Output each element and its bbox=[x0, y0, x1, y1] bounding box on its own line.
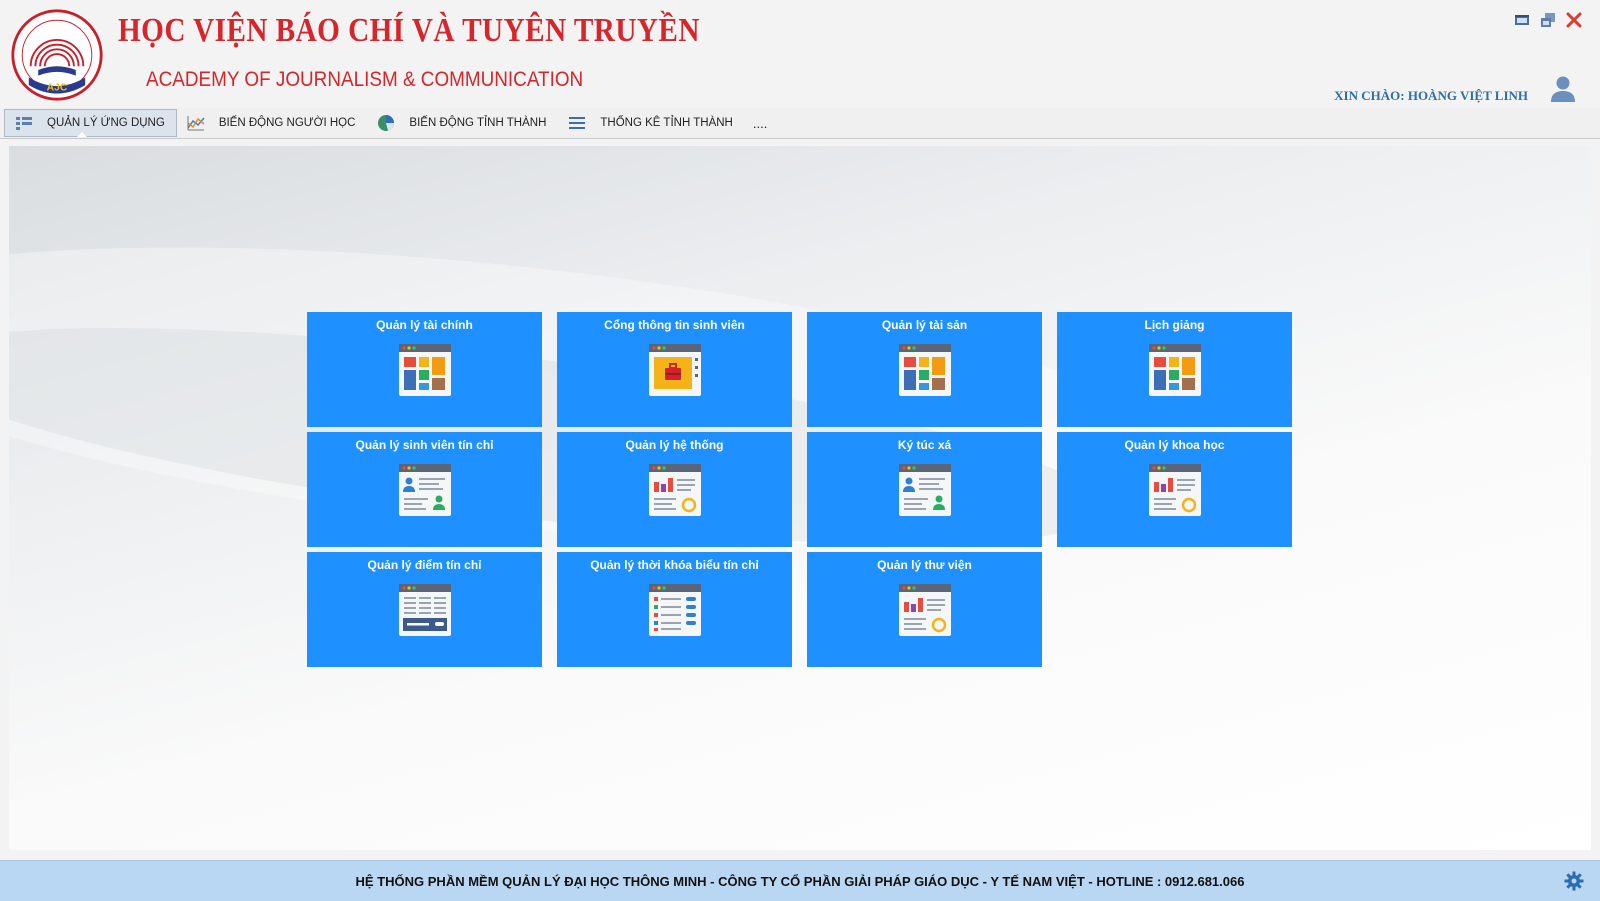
tile-label: Quản lý tài sản bbox=[881, 318, 968, 332]
tile-label: Quản lý sinh viên tín chỉ bbox=[355, 438, 494, 452]
tab-label: QUẢN LÝ ỨNG DỤNG bbox=[47, 117, 165, 129]
dashboard-blocks-icon bbox=[898, 344, 951, 396]
close-icon bbox=[1566, 12, 1582, 28]
app-title: HỌC VIỆN BÁO CHÍ VÀ TUYÊN TRUYỀN bbox=[118, 12, 700, 49]
tile-finance[interactable]: Quản lý tài chính bbox=[307, 312, 542, 427]
restore-button[interactable] bbox=[1538, 10, 1558, 30]
pie-chart-icon bbox=[377, 114, 395, 132]
tile-teaching-schedule[interactable]: Lịch giảng bbox=[1057, 312, 1292, 427]
user-greeting: XIN CHÀO: HOÀNG VIỆT LINH bbox=[1334, 88, 1528, 103]
apps-grid-icon bbox=[15, 114, 33, 132]
tile-label: Quản lý thư viện bbox=[877, 558, 972, 572]
minimize-button[interactable] bbox=[1512, 10, 1532, 30]
tab-label: THỐNG KÊ TỈNH THÀNH bbox=[600, 117, 733, 129]
portal-bag-icon bbox=[648, 344, 701, 396]
tile-assets[interactable]: Quản lý tài sản bbox=[807, 312, 1042, 427]
tile-library[interactable]: Quản lý thư viện bbox=[807, 552, 1042, 667]
tile-label: Ký túc xá bbox=[897, 438, 952, 452]
minimize-icon bbox=[1515, 15, 1529, 25]
app-header: AJC HỌC VIỆN BÁO CHÍ VÀ TUYÊN TRUYỀN ACA… bbox=[0, 0, 1600, 108]
tab-bar: QUẢN LÝ ỨNG DỤNG BIẾN ĐỘNG NGƯỜI HỌC BIẾ… bbox=[0, 108, 1600, 138]
dashboard-blocks-icon bbox=[398, 344, 451, 396]
tile-credit-timetable[interactable]: Quản lý thời khóa biểu tín chỉ bbox=[557, 552, 792, 667]
gear-icon[interactable] bbox=[1564, 871, 1584, 891]
tile-system-management[interactable]: Quản lý hệ thống bbox=[557, 432, 792, 547]
tile-credit-grades[interactable]: Quản lý điểm tín chỉ bbox=[307, 552, 542, 667]
line-chart-icon bbox=[187, 114, 205, 132]
chart-report-icon bbox=[648, 464, 701, 516]
user-profile-icon bbox=[398, 464, 451, 516]
chart-report-icon bbox=[1148, 464, 1201, 516]
more-tabs-button[interactable]: .... bbox=[745, 116, 775, 131]
app-subtitle: ACADEMY OF JOURNALISM & COMMUNICATION bbox=[146, 68, 584, 91]
tile-science-management[interactable]: Quản lý khoa học bbox=[1057, 432, 1292, 547]
window-controls bbox=[1512, 10, 1584, 30]
tile-label: Cổng thông tin sinh viên bbox=[604, 318, 745, 332]
main-toolbar: QUẢN LÝ ỨNG DỤNG BIẾN ĐỘNG NGƯỜI HỌC BIẾ… bbox=[0, 108, 1600, 139]
app-tile-grid: Quản lý tài chính Cổng thông tin sinh vi… bbox=[307, 312, 1292, 667]
tile-label: Quản lý khoa học bbox=[1124, 438, 1225, 452]
tile-label: Quản lý hệ thống bbox=[625, 438, 724, 452]
restore-icon bbox=[1541, 13, 1555, 27]
logo-text: AJC bbox=[47, 83, 68, 94]
tile-label: Quản lý thời khóa biểu tín chỉ bbox=[590, 558, 759, 572]
academy-logo: AJC bbox=[11, 9, 103, 101]
schedule-list-icon bbox=[648, 584, 701, 636]
tab-province-changes[interactable]: BIẾN ĐỘNG TỈNH THÀNH bbox=[367, 110, 558, 136]
chart-report-icon bbox=[898, 584, 951, 636]
table-grade-icon bbox=[398, 584, 451, 636]
user-avatar-icon[interactable] bbox=[1548, 74, 1578, 104]
tile-student-portal[interactable]: Cổng thông tin sinh viên bbox=[557, 312, 792, 427]
tile-label: Lịch giảng bbox=[1144, 318, 1205, 332]
footer-text: HỆ THỐNG PHẦN MỀM QUẢN LÝ ĐẠI HỌC THÔNG … bbox=[355, 873, 1245, 889]
status-footer: HỆ THỐNG PHẦN MỀM QUẢN LÝ ĐẠI HỌC THÔNG … bbox=[0, 860, 1600, 901]
tab-label: BIẾN ĐỘNG NGƯỜI HỌC bbox=[218, 117, 356, 129]
tab-app-management[interactable]: QUẢN LÝ ỨNG DỤNG bbox=[4, 109, 177, 137]
tile-credit-students[interactable]: Quản lý sinh viên tín chỉ bbox=[307, 432, 542, 547]
tile-dormitory[interactable]: Ký túc xá bbox=[807, 432, 1042, 547]
app-launcher-area: Quản lý tài chính Cổng thông tin sinh vi… bbox=[9, 146, 1591, 850]
tab-label: BIẾN ĐỘNG TỈNH THÀNH bbox=[409, 117, 547, 129]
list-icon bbox=[568, 114, 586, 132]
tab-province-stats[interactable]: THỐNG KÊ TỈNH THÀNH bbox=[558, 110, 744, 136]
dashboard-blocks-icon bbox=[1148, 344, 1201, 396]
tile-label: Quản lý tài chính bbox=[376, 318, 473, 332]
close-button[interactable] bbox=[1564, 10, 1584, 30]
tab-learner-changes[interactable]: BIẾN ĐỘNG NGƯỜI HỌC bbox=[177, 110, 368, 136]
tile-label: Quản lý điểm tín chỉ bbox=[367, 558, 482, 572]
user-profile-icon bbox=[898, 464, 951, 516]
